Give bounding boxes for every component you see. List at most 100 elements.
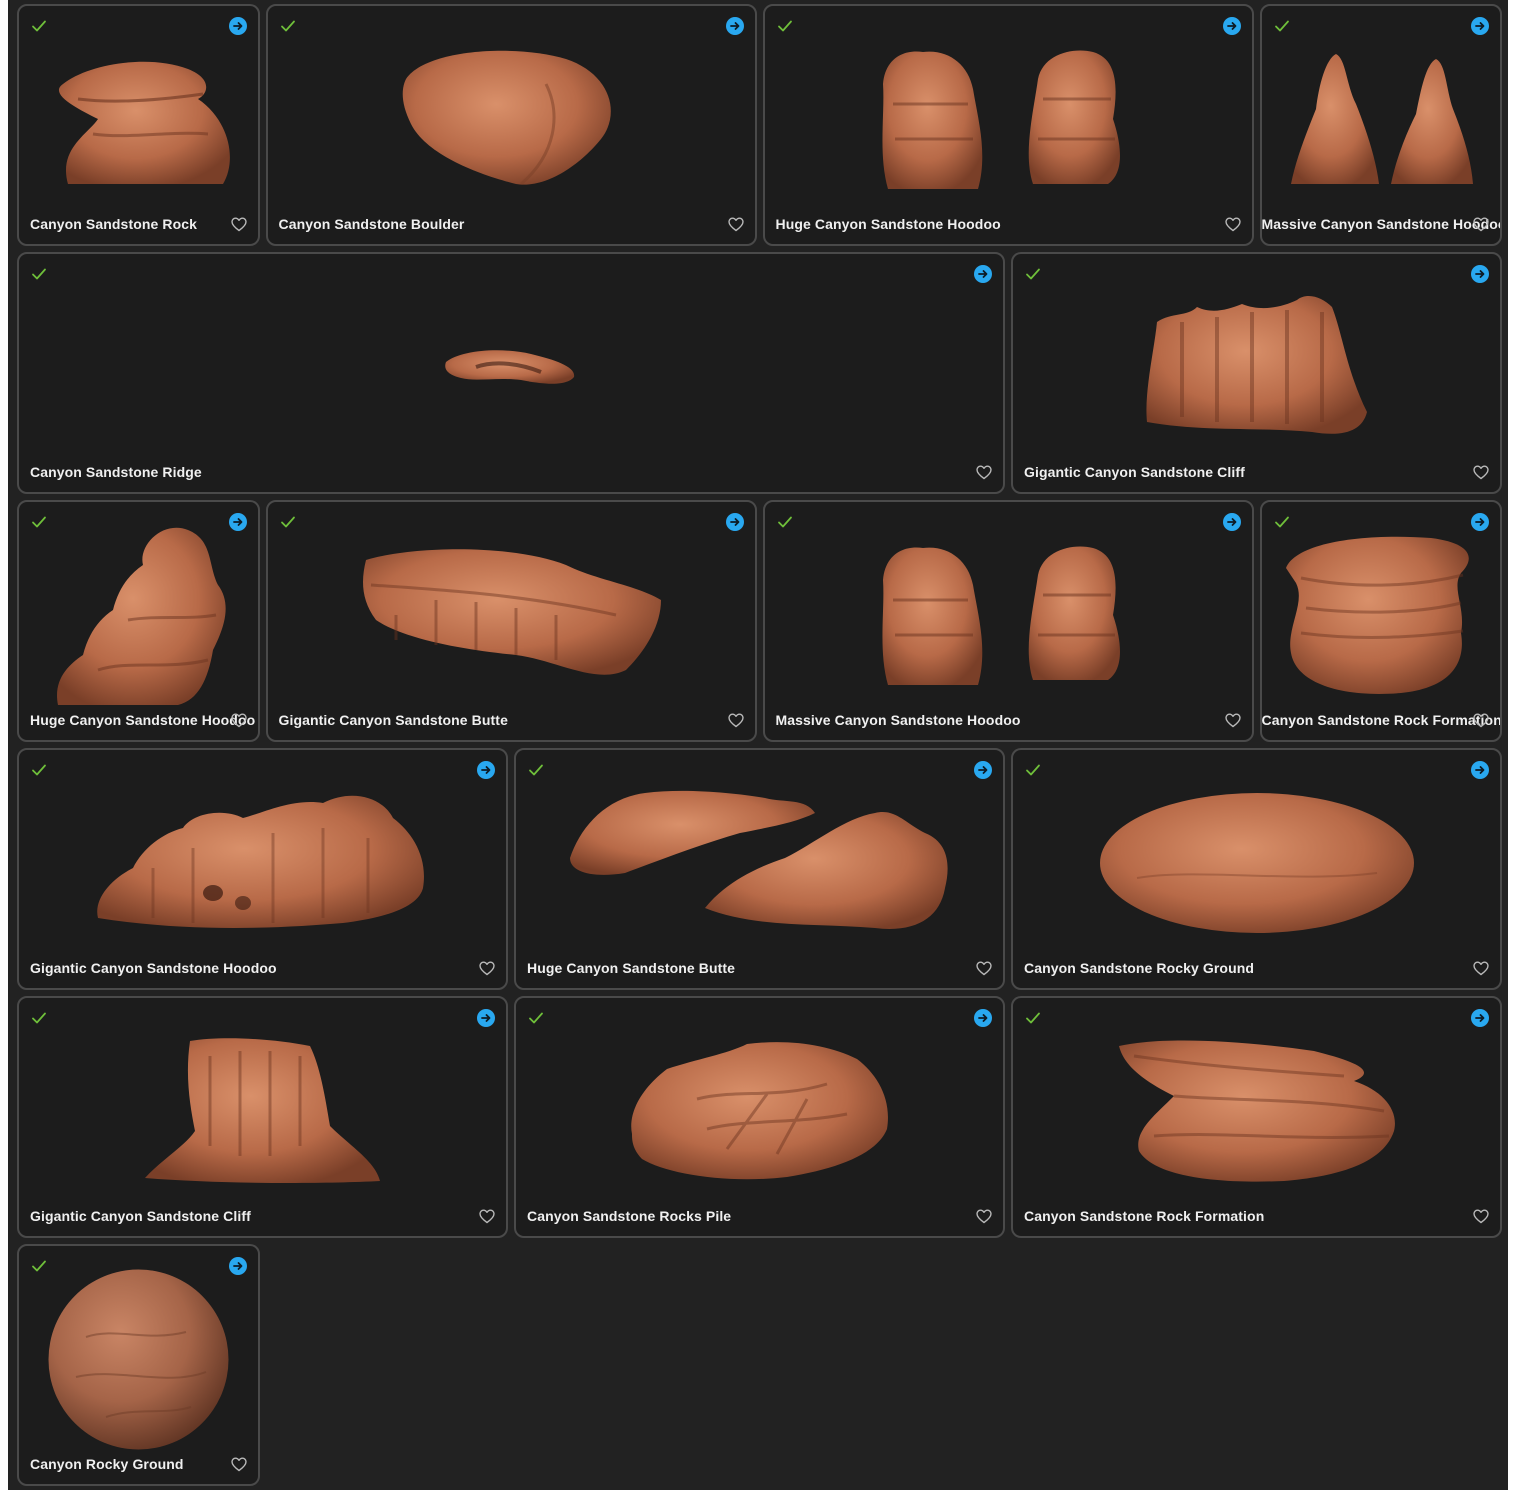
- asset-title: Massive Canyon Sandstone Hoodoo: [775, 712, 1021, 728]
- asset-thumbnail-stacked-rock[interactable]: [19, 36, 258, 202]
- checkmark-icon: [31, 1010, 47, 1026]
- asset-thumbnail-thin-ridge[interactable]: [19, 284, 1003, 450]
- asset-card[interactable]: Gigantic Canyon Sandstone Cliff: [1011, 252, 1502, 494]
- material-sphere-image: [48, 1269, 229, 1449]
- arrow-right-circle-icon[interactable]: [725, 17, 744, 35]
- asset-card[interactable]: Gigantic Canyon Sandstone Cliff: [17, 996, 508, 1238]
- wide-hoodoo-image: [96, 795, 424, 928]
- asset-title: Canyon Sandstone Rock Formation: [1024, 1208, 1265, 1224]
- heart-outline-icon[interactable]: [976, 1209, 992, 1224]
- heart-outline-icon[interactable]: [1224, 217, 1241, 232]
- heart-outline-icon[interactable]: [1473, 1209, 1489, 1224]
- asset-card[interactable]: Canyon Sandstone Boulder: [265, 4, 757, 246]
- arrow-right-circle-icon[interactable]: [1471, 761, 1489, 779]
- asset-title: Gigantic Canyon Sandstone Butte: [278, 712, 508, 728]
- asset-thumbnail-long-butte[interactable]: [268, 532, 755, 698]
- asset-thumbnail-twin-hoodoo[interactable]: [765, 36, 1252, 202]
- checkmark-icon: [528, 1010, 544, 1026]
- asset-thumbnail-twin-spire[interactable]: [1262, 36, 1501, 202]
- arrow-right-circle-icon[interactable]: [1222, 17, 1241, 35]
- heart-outline-icon[interactable]: [976, 465, 992, 480]
- heart-outline-icon[interactable]: [230, 217, 247, 232]
- twin-hoodoo-image: [882, 50, 1120, 190]
- asset-card[interactable]: Canyon Sandstone Ridge: [17, 252, 1005, 494]
- asset-card[interactable]: Canyon Sandstone Rock Formation: [1259, 500, 1502, 742]
- asset-thumbnail-cliff-block[interactable]: [19, 1028, 506, 1194]
- checkmark-icon: [1025, 762, 1041, 778]
- asset-thumbnail-boulder[interactable]: [268, 36, 755, 202]
- asset-card[interactable]: Canyon Rocky Ground: [17, 1244, 260, 1486]
- asset-title: Canyon Sandstone Rocks Pile: [527, 1208, 732, 1224]
- asset-title: Canyon Sandstone Rock Formation: [1261, 712, 1502, 728]
- asset-title: Massive Canyon Sandstone Hoodoo: [1261, 216, 1502, 232]
- heart-outline-icon[interactable]: [1473, 713, 1489, 728]
- asset-thumbnail-split-butte[interactable]: [516, 780, 1003, 946]
- asset-title: Gigantic Canyon Sandstone Cliff: [1024, 464, 1245, 480]
- arrow-right-circle-icon[interactable]: [974, 265, 992, 283]
- cliff-wall-image: [1145, 296, 1367, 434]
- ground-disc-image: [1099, 793, 1414, 933]
- asset-thumbnail-twin-hoodoo[interactable]: [765, 532, 1252, 698]
- asset-thumbnail-material-sphere[interactable]: [19, 1269, 258, 1449]
- heart-outline-icon[interactable]: [1224, 713, 1241, 728]
- arrow-right-circle-icon[interactable]: [1471, 513, 1489, 531]
- mesa-rock-image: [1285, 536, 1469, 694]
- stacked-rock-image: [59, 61, 231, 184]
- arrow-right-circle-icon[interactable]: [1471, 17, 1489, 35]
- asset-thumbnail-ground-disc[interactable]: [1013, 780, 1500, 946]
- checkmark-icon: [1025, 1010, 1041, 1026]
- arrow-right-circle-icon[interactable]: [228, 1257, 247, 1275]
- asset-thumbnail-cliff-wall[interactable]: [1013, 284, 1500, 450]
- heart-outline-icon[interactable]: [479, 961, 495, 976]
- asset-card[interactable]: Gigantic Canyon Sandstone Hoodoo: [17, 748, 508, 990]
- thin-ridge-image: [445, 350, 575, 384]
- asset-title: Canyon Sandstone Boulder: [278, 216, 465, 232]
- arrow-right-circle-icon[interactable]: [1471, 1009, 1489, 1027]
- asset-title: Gigantic Canyon Sandstone Cliff: [30, 1208, 251, 1224]
- asset-card[interactable]: Huge Canyon Sandstone Hoodoo: [17, 500, 260, 742]
- asset-card[interactable]: Huge Canyon Sandstone Butte: [514, 748, 1005, 990]
- arrow-right-circle-icon[interactable]: [974, 761, 992, 779]
- long-butte-image: [363, 549, 661, 675]
- asset-card[interactable]: Gigantic Canyon Sandstone Butte: [265, 500, 757, 742]
- heart-outline-icon[interactable]: [1473, 217, 1489, 232]
- arrow-right-circle-icon[interactable]: [974, 1009, 992, 1027]
- heart-outline-icon[interactable]: [727, 217, 744, 232]
- heart-outline-icon[interactable]: [230, 1457, 247, 1472]
- arrow-right-circle-icon[interactable]: [725, 513, 744, 531]
- arrow-right-circle-icon[interactable]: [1222, 513, 1241, 531]
- arrow-right-circle-icon[interactable]: [228, 17, 247, 35]
- heart-outline-icon[interactable]: [1473, 465, 1489, 480]
- asset-card[interactable]: Massive Canyon Sandstone Hoodoo: [1259, 4, 1502, 246]
- asset-thumbnail-rock-pile[interactable]: [516, 1028, 1003, 1194]
- arrow-right-circle-icon[interactable]: [477, 1009, 495, 1027]
- checkmark-icon: [777, 18, 793, 34]
- asset-thumbnail-tall-hoodoo[interactable]: [19, 527, 258, 705]
- checkmark-icon: [1274, 514, 1290, 530]
- arrow-right-circle-icon[interactable]: [477, 761, 495, 779]
- asset-thumbnail-layered-slab[interactable]: [1013, 1028, 1500, 1194]
- asset-thumbnail-mesa-rock[interactable]: [1262, 532, 1501, 698]
- checkmark-icon: [31, 762, 47, 778]
- cliff-block-image: [145, 1038, 380, 1183]
- asset-title: Canyon Rocky Ground: [30, 1456, 184, 1472]
- asset-card[interactable]: Canyon Sandstone Rocks Pile: [514, 996, 1005, 1238]
- checkmark-icon: [280, 514, 296, 530]
- asset-card[interactable]: Canyon Sandstone Rock Formation: [1011, 996, 1502, 1238]
- arrow-right-circle-icon[interactable]: [1471, 265, 1489, 283]
- tall-hoodoo-image: [57, 527, 226, 705]
- heart-outline-icon[interactable]: [976, 961, 992, 976]
- layered-slab-image: [1119, 1040, 1395, 1182]
- checkmark-icon: [528, 762, 544, 778]
- asset-card[interactable]: Canyon Sandstone Rocky Ground: [1011, 748, 1502, 990]
- heart-outline-icon[interactable]: [479, 1209, 495, 1224]
- asset-title: Gigantic Canyon Sandstone Hoodoo: [30, 960, 277, 976]
- heart-outline-icon[interactable]: [1473, 961, 1489, 976]
- twin-hoodoo-image: [882, 546, 1120, 685]
- asset-card[interactable]: Massive Canyon Sandstone Hoodoo: [762, 500, 1254, 742]
- asset-card[interactable]: Huge Canyon Sandstone Hoodoo: [762, 4, 1254, 246]
- heart-outline-icon[interactable]: [727, 713, 744, 728]
- asset-thumbnail-wide-hoodoo[interactable]: [19, 780, 506, 946]
- heart-outline-icon[interactable]: [230, 713, 247, 728]
- asset-card[interactable]: Canyon Sandstone Rock: [17, 4, 260, 246]
